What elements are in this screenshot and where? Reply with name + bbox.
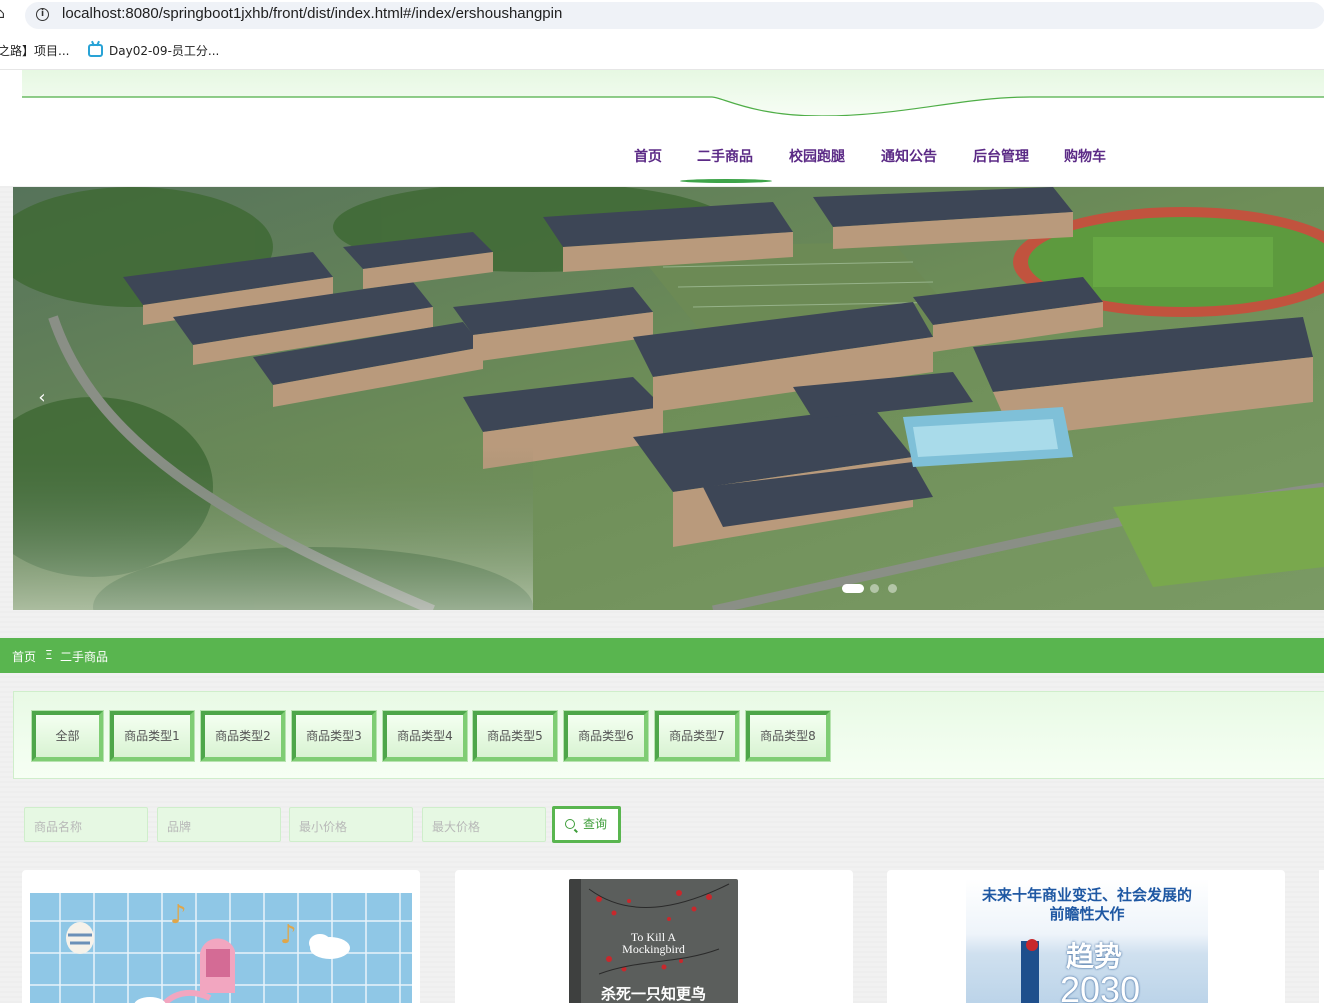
svg-text:♪: ♪ (170, 900, 187, 930)
nav-item-errand[interactable]: 校园跑腿 (789, 146, 845, 166)
carousel-dot[interactable] (888, 584, 897, 593)
product-image: 未来十年商业变迁、社会发展的 前瞻性大作 趋势 2030 (966, 879, 1208, 1003)
nav-active-indicator (680, 179, 772, 183)
max-price-input[interactable]: 最大价格 (422, 807, 546, 842)
category-item[interactable]: 商品类型2 (201, 711, 285, 761)
home-icon[interactable]: ⌂ (0, 6, 5, 22)
nav-item-cart[interactable]: 购物车 (1064, 146, 1106, 166)
book-title-cn: 杀死一只知更鸟 (600, 985, 706, 1003)
nav-item-admin[interactable]: 后台管理 (973, 146, 1029, 166)
category-item[interactable]: 商品类型8 (746, 711, 830, 761)
product-card[interactable]: 未来十年商业变迁、社会发展的 前瞻性大作 趋势 2030 (887, 870, 1285, 1003)
svg-text:♪: ♪ (280, 920, 297, 950)
category-filter-panel: 全部 商品类型1 商品类型2 商品类型3 商品类型4 商品类型5 商品类型6 商… (13, 691, 1324, 779)
header-wave-decoration (22, 70, 1324, 116)
brand-input[interactable]: 品牌 (157, 807, 281, 842)
category-item[interactable]: 商品类型3 (292, 711, 376, 761)
breadcrumb: 首页 Ξ 二手商品 (0, 638, 1324, 673)
nav-item-secondhand[interactable]: 二手商品 (697, 146, 753, 166)
campus-aerial-image (13, 187, 1324, 610)
nav-item-home[interactable]: 首页 (634, 146, 662, 166)
bookmarks-bar: 之路】项目... Day02-09-员工分... (0, 31, 1324, 70)
book-year: 2030 (1060, 969, 1141, 1003)
carousel-dot-active[interactable] (842, 584, 864, 593)
bookmark-item[interactable]: 之路】项目... (0, 42, 69, 59)
nav-item-notice[interactable]: 通知公告 (881, 146, 937, 166)
browser-url-bar: ⌂ i localhost:8080/springboot1jxhb/front… (0, 0, 1324, 31)
category-item[interactable]: 商品类型5 (473, 711, 557, 761)
chevron-left-icon[interactable]: ‹ (28, 388, 56, 410)
bookmark-item[interactable]: Day02-09-员工分... (88, 42, 219, 59)
breadcrumb-current: 二手商品 (60, 650, 109, 664)
main-nav: 首页 二手商品 校园跑腿 通知公告 后台管理 购物车 (0, 146, 1324, 186)
search-button[interactable]: 查询 (552, 806, 621, 843)
product-card-partial[interactable] (1319, 870, 1324, 1003)
search-icon (565, 819, 575, 829)
min-price-input[interactable]: 最小价格 (289, 807, 413, 842)
product-name-input[interactable]: 商品名称 (24, 807, 148, 842)
bookmark-label: Day02-09-员工分... (109, 44, 220, 58)
bilibili-icon (88, 44, 103, 57)
bookmark-label: 之路】项目... (0, 44, 70, 58)
url-text[interactable]: localhost:8080/springboot1jxhb/front/dis… (62, 5, 562, 22)
category-item[interactable]: 商品类型1 (110, 711, 194, 761)
book-title-en-line2: Mockingbird (622, 942, 685, 956)
breadcrumb-home[interactable]: 首页 (12, 648, 36, 665)
category-item[interactable]: 商品类型4 (383, 711, 467, 761)
product-card[interactable]: To Kill A Mockingbird 杀死一只知更鸟 (455, 870, 853, 1003)
category-item[interactable]: 商品类型7 (655, 711, 739, 761)
category-all[interactable]: 全部 (32, 711, 103, 761)
publisher-logo (1026, 939, 1038, 951)
product-image: ♪ ♪ (30, 893, 412, 1003)
search-button-label: 查询 (583, 817, 608, 831)
product-image: To Kill A Mockingbird 杀死一只知更鸟 (569, 879, 738, 1003)
site-info-icon[interactable]: i (36, 8, 49, 21)
category-item[interactable]: 商品类型6 (564, 711, 648, 761)
product-card[interactable]: ♪ ♪ (22, 870, 420, 1003)
book-tagline-line2: 前瞻性大作 (1049, 905, 1125, 923)
breadcrumb-separator-icon: Ξ (45, 648, 53, 662)
carousel-dot[interactable] (870, 584, 879, 593)
book-tagline-line1: 未来十年商业变迁、社会发展的 (981, 886, 1192, 904)
carousel-banner[interactable] (13, 187, 1324, 610)
